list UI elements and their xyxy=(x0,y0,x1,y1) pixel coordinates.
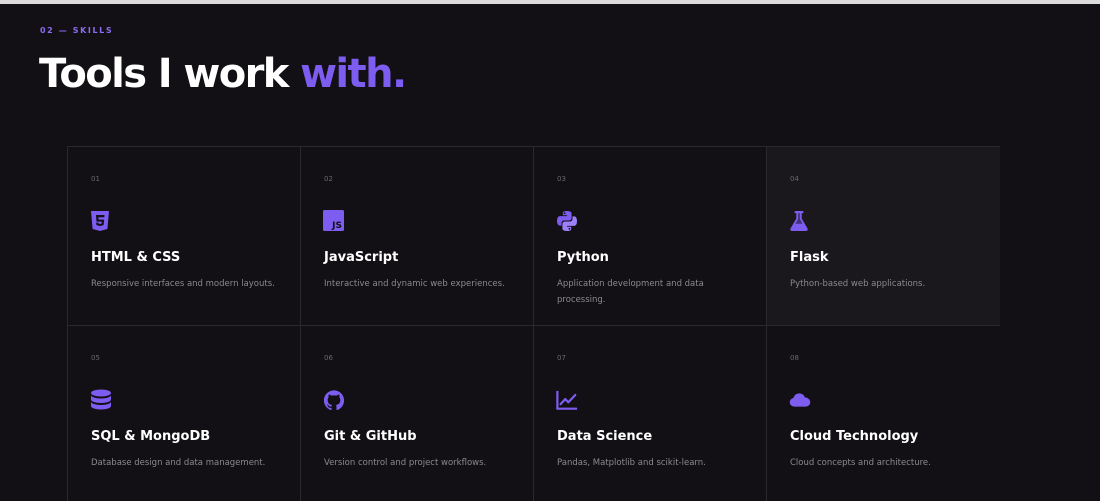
skill-card-flask[interactable]: 04 Flask Python-based web applications. xyxy=(767,147,1000,326)
skill-card-sql-mongodb[interactable]: 05 SQL & MongoDB Database design and dat… xyxy=(68,326,301,501)
card-title: Python xyxy=(557,250,609,265)
line-chart-icon xyxy=(556,389,578,413)
svg-text:JS: JS xyxy=(331,221,342,231)
skill-card-data-science[interactable]: 07 Data Science Pandas, Matplotlib and s… xyxy=(534,326,767,501)
card-number: 07 xyxy=(557,354,566,362)
section-heading: Tools I work with. xyxy=(39,51,407,97)
skill-card-javascript[interactable]: 02 JS JavaScript Interactive and dynamic… xyxy=(301,147,534,326)
heading-accent: with. xyxy=(300,51,407,97)
skill-card-python[interactable]: 03 Python Application development and da… xyxy=(534,147,767,326)
card-title: Cloud Technology xyxy=(790,429,919,444)
heading-main: Tools I work xyxy=(39,51,301,97)
card-description: Responsive interfaces and modern layouts… xyxy=(91,279,275,289)
github-icon xyxy=(323,389,345,413)
section-eyebrow: 02 — SKILLS xyxy=(40,26,114,35)
card-title: Flask xyxy=(790,250,829,265)
card-title: JavaScript xyxy=(324,250,399,265)
cloud-icon xyxy=(789,389,811,413)
skill-card-html-css[interactable]: 01 HTML & CSS Responsive interfaces and … xyxy=(68,147,301,326)
card-description: Cloud concepts and architecture. xyxy=(790,458,931,468)
skills-section: 02 — SKILLS Tools I work with. 01 HTML &… xyxy=(0,0,1100,501)
card-title: Data Science xyxy=(557,429,653,444)
card-number: 01 xyxy=(91,175,100,183)
card-description: Database design and data management. xyxy=(91,458,266,468)
flask-icon xyxy=(789,210,811,234)
card-description: Interactive and dynamic web experiences. xyxy=(324,279,505,289)
skills-grid: 01 HTML & CSS Responsive interfaces and … xyxy=(67,146,1000,501)
card-description: Python-based web applications. xyxy=(790,279,926,289)
card-description: Version control and project workflows. xyxy=(324,458,487,468)
card-description: Pandas, Matplotlib and scikit-learn. xyxy=(557,458,706,468)
card-number: 06 xyxy=(324,354,333,362)
skill-card-cloud-technology[interactable]: 08 Cloud Technology Cloud concepts and a… xyxy=(767,326,1000,501)
card-description: Application development and data process… xyxy=(557,279,704,305)
card-title: HTML & CSS xyxy=(91,250,181,265)
javascript-icon: JS xyxy=(323,210,345,234)
html5-icon xyxy=(90,210,112,234)
card-number: 05 xyxy=(91,354,100,362)
database-icon xyxy=(90,389,112,413)
card-title: SQL & MongoDB xyxy=(91,429,211,444)
card-number: 02 xyxy=(324,175,333,183)
card-number: 04 xyxy=(790,175,799,183)
skill-card-git-github[interactable]: 06 Git & GitHub Version control and proj… xyxy=(301,326,534,501)
card-number: 08 xyxy=(790,354,799,362)
card-number: 03 xyxy=(557,175,566,183)
card-title: Git & GitHub xyxy=(324,429,417,444)
python-icon xyxy=(556,210,578,234)
